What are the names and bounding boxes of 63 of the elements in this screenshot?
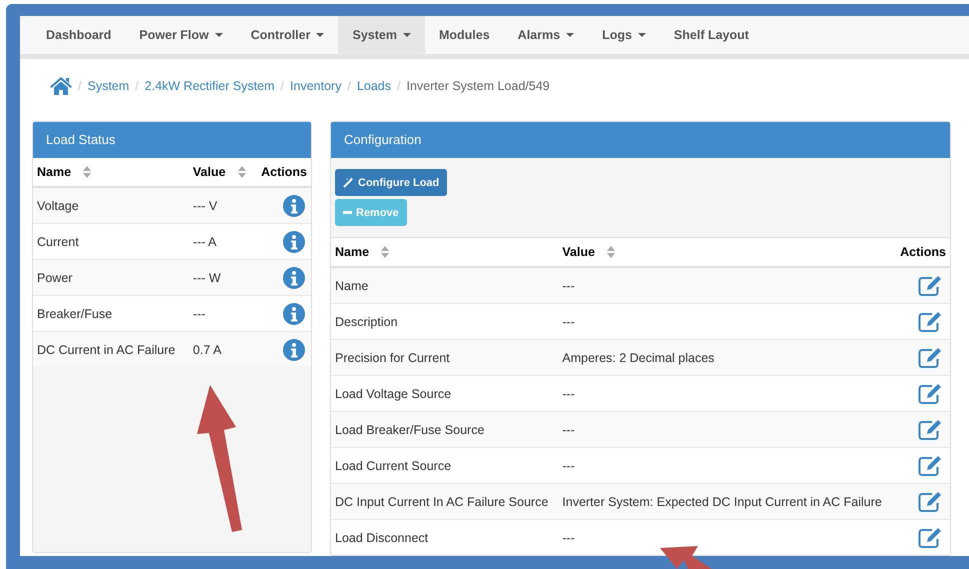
breadcrumb-separator: / <box>397 79 400 93</box>
table-cell: --- W <box>188 260 254 296</box>
column-header: Name <box>335 245 370 259</box>
breadcrumb-link[interactable]: Inventory <box>290 79 342 93</box>
nav-tab[interactable]: Shelf Layout <box>660 16 763 54</box>
table-cell: Amperes: 2 Decimal places <box>558 340 895 376</box>
sort-icon[interactable] <box>381 246 390 258</box>
column-header: Actions <box>900 245 946 259</box>
minus-icon <box>343 211 352 214</box>
table-cell: 0.7 A <box>188 332 254 367</box>
breadcrumb-current: Inverter System Load/549 <box>406 79 550 93</box>
breadcrumb-separator: / <box>78 79 82 93</box>
column-header: Value <box>192 165 226 179</box>
panel-title: Configuration <box>344 132 422 147</box>
table-cell: --- <box>558 412 895 448</box>
configure-button[interactable]: Configure Load <box>335 169 448 196</box>
edit-icon[interactable] <box>918 274 944 296</box>
column-header: Name <box>37 165 72 179</box>
table-cell: Load Disconnect <box>331 520 558 555</box>
breadcrumb-link[interactable]: System <box>87 79 130 93</box>
edit-icon[interactable] <box>918 310 944 332</box>
info-icon[interactable] <box>283 266 305 288</box>
info-icon[interactable] <box>283 230 305 252</box>
table-cell: --- <box>558 267 895 304</box>
column-header: Value <box>562 245 595 259</box>
edit-icon[interactable] <box>918 418 944 440</box>
table-cell: Name <box>331 267 558 304</box>
sort-icon[interactable] <box>238 166 246 178</box>
nav-tab[interactable]: Modules <box>424 16 504 54</box>
panel-title: Load Status <box>46 132 116 147</box>
table-cell: Power <box>33 260 189 296</box>
nav-tab[interactable]: Alarms <box>504 16 588 54</box>
edit-icon[interactable] <box>918 454 944 476</box>
wand-icon <box>343 177 354 188</box>
breadcrumb-separator: / <box>135 79 139 93</box>
table-cell: Inverter System: Expected DC Input Current in AC Failure <box>558 484 895 520</box>
table-cell: Precision for Current <box>331 340 558 376</box>
breadcrumb-separator: / <box>347 79 351 93</box>
edit-icon[interactable] <box>918 382 944 404</box>
home-icon[interactable] <box>50 77 72 95</box>
info-icon[interactable] <box>283 338 305 360</box>
info-icon[interactable] <box>283 194 305 216</box>
table-cell: DC Input Current In AC Failure Source <box>331 484 558 520</box>
info-icon[interactable] <box>283 302 305 324</box>
edit-icon[interactable] <box>918 526 944 548</box>
edit-icon[interactable] <box>918 346 944 368</box>
nav-tab[interactable]: Controller <box>236 16 338 54</box>
sort-icon[interactable] <box>83 166 92 178</box>
nav-tab[interactable]: Dashboard <box>32 16 126 54</box>
annotation-arrow <box>660 546 712 569</box>
table-cell: Load Breaker/Fuse Source <box>331 412 558 448</box>
column-header: Actions <box>261 165 307 179</box>
breadcrumb-link[interactable]: Loads <box>356 79 391 93</box>
breadcrumb-link[interactable]: 2.4kW Rectifier System <box>144 79 275 93</box>
sort-icon[interactable] <box>606 246 615 258</box>
table-cell: Voltage <box>33 187 189 224</box>
nav-tab[interactable]: Power Flow <box>125 16 237 54</box>
nav-tab[interactable]: System <box>338 16 425 54</box>
table-cell: DC Current in AC Failure <box>33 332 189 367</box>
breadcrumb-separator: / <box>280 79 284 93</box>
edit-icon[interactable] <box>918 490 944 512</box>
table-cell: --- V <box>188 187 254 224</box>
nav-tab[interactable]: Logs <box>588 16 660 54</box>
